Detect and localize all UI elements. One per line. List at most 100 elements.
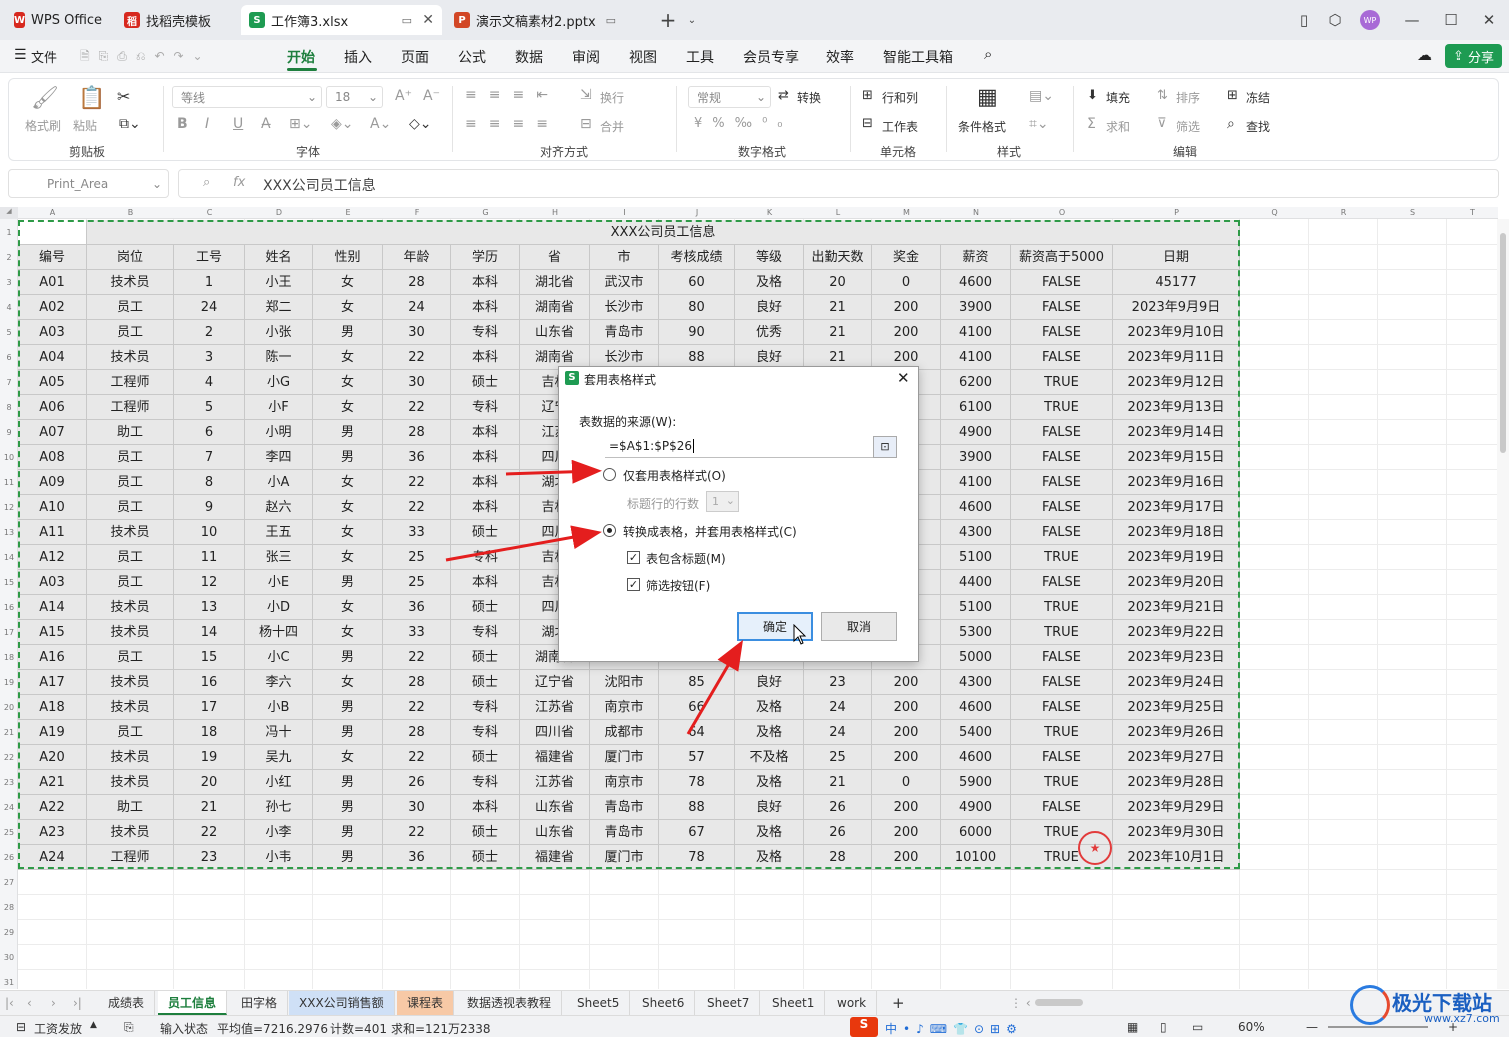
sum-icon[interactable]: Σ	[1087, 116, 1096, 132]
table-cell[interactable]: FALSE	[1011, 470, 1113, 495]
menu-smart-toolbox[interactable]: 智能工具箱	[883, 47, 953, 67]
table-cell[interactable]: 30	[383, 795, 451, 820]
sheet-tab[interactable]: 员工信息	[158, 991, 228, 1015]
table-cell[interactable]: 成都市	[590, 720, 659, 745]
table-cell[interactable]: 技术员	[87, 770, 174, 795]
pin-icon[interactable]: ▭	[606, 14, 616, 27]
table-cell[interactable]: 0	[872, 270, 941, 295]
normal-view-icon[interactable]: ▦	[1127, 1020, 1138, 1034]
formula-content[interactable]: XXX公司员工信息	[263, 175, 376, 195]
checkbox-has-header[interactable]: ✓	[627, 551, 640, 564]
column-title[interactable]: 市	[590, 245, 659, 270]
column-header-cell[interactable]: S	[1378, 207, 1447, 219]
table-cell[interactable]: 男	[313, 845, 383, 870]
menu-tools[interactable]: 工具	[686, 47, 714, 67]
table-cell[interactable]: 湖南省	[520, 295, 590, 320]
row-header-cell[interactable]: 3	[0, 270, 18, 295]
column-title[interactable]: 性别	[313, 245, 383, 270]
table-cell[interactable]: 10	[174, 520, 245, 545]
table-cell[interactable]: 80	[659, 295, 735, 320]
column-title[interactable]: 工号	[174, 245, 245, 270]
sheet-tab[interactable]: Sheet6	[632, 991, 696, 1015]
table-cell[interactable]: 技术员	[87, 620, 174, 645]
menu-file[interactable]: 文件	[31, 47, 57, 66]
first-sheet-icon[interactable]: |‹	[2, 991, 17, 1015]
table-cell[interactable]: 200	[872, 745, 941, 770]
table-cell[interactable]: 及格	[735, 770, 804, 795]
table-cell[interactable]: 硕士	[451, 370, 520, 395]
column-header-cell[interactable]: F	[383, 207, 451, 219]
row-header-cell[interactable]: 10	[0, 445, 18, 470]
table-cell[interactable]: 硕士	[451, 520, 520, 545]
table-cell[interactable]: 女	[313, 745, 383, 770]
table-cell[interactable]: 长沙市	[590, 295, 659, 320]
table-cell[interactable]: FALSE	[1011, 695, 1113, 720]
search-icon[interactable]: ⌕	[984, 45, 992, 63]
table-cell[interactable]: 2023年9月14日	[1113, 420, 1240, 445]
table-cell[interactable]: 硕士	[451, 820, 520, 845]
table-cell[interactable]: 200	[872, 295, 941, 320]
table-cell[interactable]: 2023年9月10日	[1113, 320, 1240, 345]
table-cell[interactable]: 小红	[245, 770, 313, 795]
table-cell[interactable]: 2023年9月28日	[1113, 770, 1240, 795]
table-style-icon[interactable]: ▤⌄	[1029, 88, 1054, 104]
filter-icon[interactable]: ⊽	[1157, 116, 1167, 131]
fill-icon[interactable]: ⬇	[1087, 88, 1098, 103]
column-header-cell[interactable]: C	[174, 207, 245, 219]
conditional-format-icon[interactable]: ▦	[977, 85, 998, 110]
table-cell[interactable]: 20	[804, 270, 872, 295]
sum-button[interactable]: 求和	[1106, 118, 1130, 135]
column-header-cell[interactable]: D	[245, 207, 313, 219]
table-cell[interactable]: 28	[383, 420, 451, 445]
sort-icon[interactable]: ⇅	[1157, 88, 1168, 103]
table-cell[interactable]: A11	[18, 520, 87, 545]
checkbox-filter-button[interactable]: ✓	[627, 578, 640, 591]
table-cell[interactable]: A17	[18, 670, 87, 695]
column-header-cell[interactable]: L	[804, 207, 872, 219]
add-sheet-icon[interactable]: +	[882, 991, 915, 1015]
table-cell[interactable]: A05	[18, 370, 87, 395]
layout-icon[interactable]: ▯	[1292, 8, 1316, 32]
table-cell[interactable]: FALSE	[1011, 270, 1113, 295]
table-cell[interactable]: 小王	[245, 270, 313, 295]
sheet-tab[interactable]: Sheet1	[762, 991, 826, 1015]
table-cell[interactable]: A24	[18, 845, 87, 870]
table-cell[interactable]: 2023年9月30日	[1113, 820, 1240, 845]
table-cell[interactable]: 14	[174, 620, 245, 645]
column-header-cell[interactable]: P	[1113, 207, 1240, 219]
table-cell[interactable]: A14	[18, 595, 87, 620]
row-header-cell[interactable]: 6	[0, 345, 18, 370]
column-header-cell[interactable]: H	[520, 207, 590, 219]
table-cell[interactable]: 技术员	[87, 520, 174, 545]
row-header-cell[interactable]: 28	[0, 895, 18, 920]
table-cell[interactable]: 200	[872, 670, 941, 695]
column-title[interactable]: 编号	[18, 245, 87, 270]
table-cell[interactable]: 男	[313, 770, 383, 795]
table-cell[interactable]: 及格	[735, 820, 804, 845]
table-cell[interactable]: 男	[313, 645, 383, 670]
strikethrough-icon[interactable]: A̶	[261, 116, 271, 132]
table-cell[interactable]: 6200	[941, 370, 1011, 395]
row-header-cell[interactable]: 15	[0, 570, 18, 595]
row-header-cell[interactable]: 24	[0, 795, 18, 820]
table-cell[interactable]	[18, 220, 87, 245]
table-cell[interactable]: 57	[659, 745, 735, 770]
table-cell[interactable]: 南京市	[590, 770, 659, 795]
table-cell[interactable]: 南京市	[590, 695, 659, 720]
table-cell[interactable]: 小D	[245, 595, 313, 620]
italic-icon[interactable]: I	[205, 116, 209, 132]
zoom-slider[interactable]	[1328, 1026, 1428, 1028]
table-cell[interactable]: 2023年9月29日	[1113, 795, 1240, 820]
table-cell[interactable]: 78	[659, 770, 735, 795]
rowcol-icon[interactable]: ⊞	[862, 88, 873, 103]
table-cell[interactable]: 11	[174, 545, 245, 570]
hamburger-icon[interactable]: ☰	[14, 47, 27, 63]
menu-page[interactable]: 页面	[401, 47, 429, 67]
table-cell[interactable]: 男	[313, 720, 383, 745]
table-cell[interactable]: 优秀	[735, 320, 804, 345]
rowcol-button[interactable]: 行和列	[882, 89, 918, 106]
table-cell[interactable]: 女	[313, 345, 383, 370]
table-cell[interactable]: 60	[659, 270, 735, 295]
table-cell[interactable]: 厦门市	[590, 745, 659, 770]
table-cell[interactable]: 小E	[245, 570, 313, 595]
